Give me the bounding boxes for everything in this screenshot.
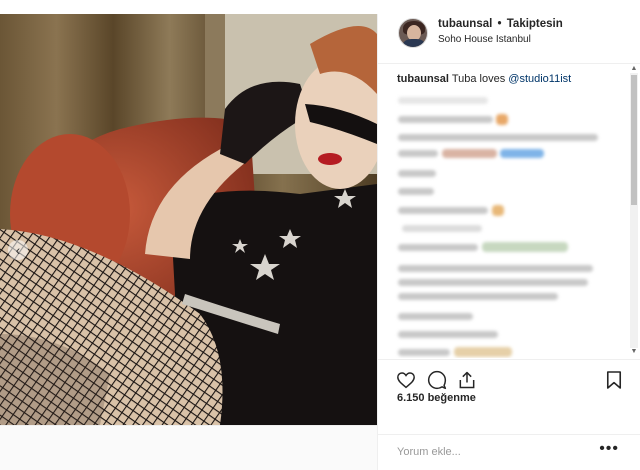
location-link[interactable]: Soho House Istanbul <box>438 34 531 45</box>
save-button[interactable] <box>602 368 626 392</box>
blurred-comment <box>398 207 488 214</box>
chevron-left-icon: ‹ <box>15 242 21 258</box>
blurred-comment <box>398 293 558 300</box>
bookmark-icon <box>606 371 622 389</box>
user-avatar-icon[interactable] <box>398 18 428 48</box>
blurred-comment <box>398 244 478 251</box>
caption-text: Tuba loves <box>451 73 506 85</box>
photo-bottom-area <box>0 425 377 470</box>
comment-button[interactable] <box>425 368 449 392</box>
post-header: tubaunsal • Takiptesin Soho House Istanb… <box>378 14 640 64</box>
scroll-up-arrow-icon[interactable]: ▲ <box>630 65 638 72</box>
blurred-comment <box>482 242 568 252</box>
blurred-comment <box>398 265 593 272</box>
more-options-icon[interactable]: ••• <box>599 441 619 457</box>
comments-list[interactable]: tubaunsal Tuba loves @studio11ist <box>378 65 640 358</box>
like-button[interactable] <box>394 368 418 392</box>
caption-username-link[interactable]: tubaunsal <box>397 73 449 85</box>
header-separator: • <box>497 18 502 30</box>
post-photo[interactable]: ‹ <box>0 14 377 425</box>
header-user-line: tubaunsal • Takiptesin <box>438 18 563 30</box>
carousel-prev-button[interactable]: ‹ <box>8 240 28 260</box>
likes-count[interactable]: 6.150 beğenme <box>397 392 476 404</box>
comment-bubble-icon <box>427 370 447 390</box>
photo-illustration <box>0 14 377 425</box>
blurred-comment <box>398 170 436 177</box>
post-side-panel: tubaunsal • Takiptesin Soho House Istanb… <box>377 14 640 470</box>
comment-form: Yorum ekle... ••• <box>378 434 640 470</box>
post-caption: tubaunsal Tuba loves @studio11ist <box>397 73 571 85</box>
scroll-down-arrow-icon[interactable]: ▼ <box>630 348 638 355</box>
blurred-comment <box>398 331 498 338</box>
blurred-comment <box>398 150 438 157</box>
blurred-comment <box>398 313 473 320</box>
heart-icon <box>397 372 415 389</box>
header-username-link[interactable]: tubaunsal <box>438 18 492 30</box>
comments-scrollbar[interactable]: ▲ ▼ <box>630 65 638 358</box>
comment-input[interactable]: Yorum ekle... <box>397 446 461 458</box>
following-button[interactable]: Takiptesin <box>507 18 563 30</box>
blurred-comment <box>500 149 544 158</box>
blurred-comment <box>398 279 588 286</box>
blurred-comment <box>454 347 512 357</box>
blurred-comment <box>442 149 497 158</box>
blurred-comment <box>496 114 508 125</box>
blurred-comment <box>398 188 434 195</box>
blurred-comment <box>398 116 493 123</box>
blurred-comment <box>398 97 488 104</box>
post-modal: ‹ tubaunsal • Takiptesin Soho House Ista… <box>0 0 640 470</box>
caption-mention-link[interactable]: @studio11ist <box>508 73 571 85</box>
share-arrow-icon <box>459 371 475 389</box>
blurred-comment <box>492 205 504 216</box>
blurred-comment <box>402 225 482 232</box>
blurred-comment <box>398 349 450 356</box>
share-button[interactable] <box>455 368 479 392</box>
scrollbar-thumb[interactable] <box>631 75 637 205</box>
blurred-comment <box>398 134 598 141</box>
